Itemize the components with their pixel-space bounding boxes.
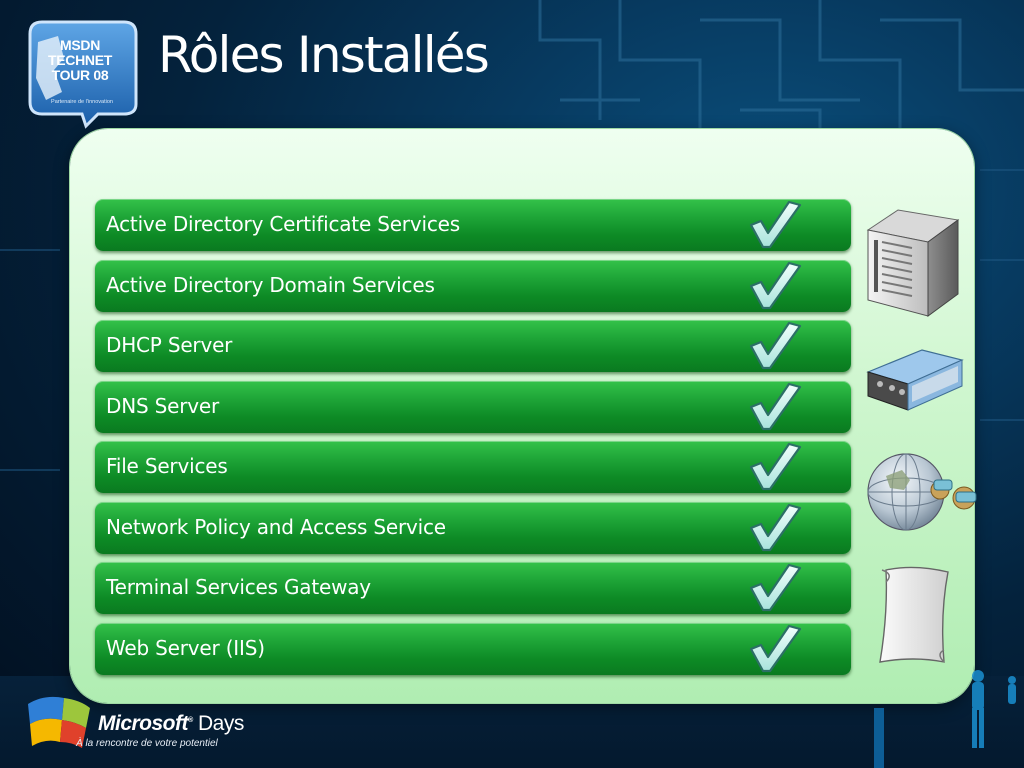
- checkmark-icon: [745, 502, 803, 554]
- role-label: DHCP Server: [106, 333, 233, 357]
- checkmark-icon: [745, 623, 803, 675]
- globe-network-icon: [867, 453, 977, 531]
- role-label: Web Server (IIS): [106, 635, 265, 660]
- role-row: DNS Server: [95, 380, 851, 433]
- footer-tagline: À la rencontre de votre potentiel: [76, 738, 218, 749]
- badge-subtitle: Partenaire de l'innovation: [51, 99, 113, 105]
- scroll-certificate-icon: [879, 566, 949, 663]
- badge-label: MSDN TECHNET TOUR 08: [47, 37, 112, 83]
- checkmark-icon: [745, 320, 803, 372]
- footer-brand: Microsoft® Days: [98, 712, 244, 735]
- roles-list: Active Directory Certificate Services Ac…: [95, 199, 851, 683]
- server-tower-icon: [866, 209, 960, 317]
- role-row: Active Directory Domain Services: [95, 259, 851, 312]
- role-label: Network Policy and Access Service: [106, 514, 446, 539]
- role-label: DNS Server: [106, 393, 220, 418]
- role-label: Active Directory Domain Services: [106, 272, 435, 297]
- role-row: Terminal Services Gateway: [95, 562, 851, 614]
- checkmark-icon: [745, 199, 803, 251]
- checkmark-icon: [745, 441, 803, 493]
- checkmark-icon: [745, 562, 803, 614]
- checkmark-icon: [745, 381, 803, 433]
- role-row: Network Policy and Access Service: [95, 501, 851, 554]
- role-label: Terminal Services Gateway: [106, 575, 371, 599]
- people-silhouettes: [874, 670, 1016, 768]
- role-row: File Services: [95, 441, 851, 493]
- role-label: File Services: [106, 454, 228, 478]
- role-row: Active Directory Certificate Services: [95, 199, 851, 251]
- slide-title: Rôles Installés: [158, 26, 490, 84]
- checkmark-icon: [745, 260, 803, 312]
- role-row: Web Server (IIS): [95, 622, 851, 675]
- role-label: Active Directory Certificate Services: [106, 212, 460, 236]
- binder-icon: [866, 349, 964, 411]
- role-row: DHCP Server: [95, 320, 851, 372]
